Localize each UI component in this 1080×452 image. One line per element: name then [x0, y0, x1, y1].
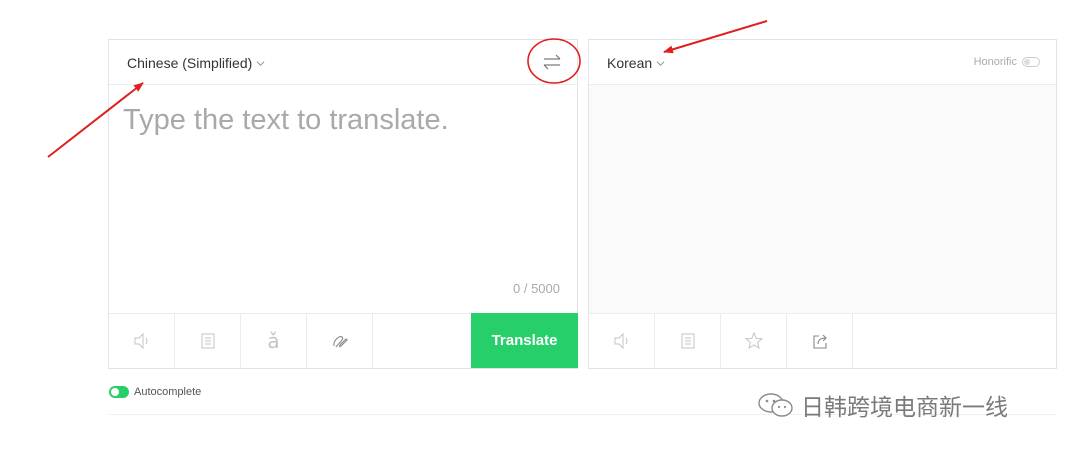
target-toolbar: [589, 313, 1056, 368]
target-panel-header: Korean Honorific: [589, 40, 1056, 85]
source-toolbar: ǎ Translate: [109, 313, 578, 368]
share-icon: [812, 334, 827, 349]
favorite-button[interactable]: [721, 314, 787, 368]
copy-icon: [681, 333, 694, 349]
speaker-icon: [134, 332, 147, 350]
swap-languages-button[interactable]: [541, 52, 563, 72]
honorific-toggle[interactable]: Honorific: [974, 56, 1040, 68]
star-icon: [744, 331, 763, 350]
pinyin-icon: ǎ: [267, 329, 280, 353]
source-panel-header: Chinese (Simplified): [109, 40, 577, 85]
character-count: 0 / 5000: [513, 281, 560, 296]
watermark: 日韩跨境电商新一线: [757, 388, 1008, 422]
wechat-icon: [758, 393, 793, 417]
source-language-select[interactable]: Chinese (Simplified): [127, 55, 265, 71]
source-text-input[interactable]: [123, 104, 561, 284]
honorific-label: Honorific: [973, 56, 1017, 68]
source-language-label: Chinese (Simplified): [127, 55, 253, 71]
target-language-label: Korean: [607, 55, 653, 71]
chevron-down-icon: [656, 60, 665, 66]
handwriting-icon: [332, 336, 348, 348]
listen-source-button[interactable]: [109, 314, 175, 368]
translation-output: [589, 85, 1056, 314]
share-button[interactable]: [787, 314, 853, 368]
toggle-switch-icon: [109, 386, 129, 398]
autocomplete-toggle[interactable]: Autocomplete: [109, 386, 201, 398]
speaker-icon: [614, 332, 627, 350]
chevron-down-icon: [256, 60, 265, 66]
target-panel: Korean Honorific: [588, 39, 1057, 369]
autocomplete-label: Autocomplete: [134, 386, 202, 398]
copy-button[interactable]: [655, 314, 721, 368]
translate-button[interactable]: Translate: [471, 313, 578, 368]
target-language-select[interactable]: Korean: [607, 55, 665, 71]
listen-translation-button[interactable]: [589, 314, 655, 368]
dictionary-button[interactable]: [175, 314, 241, 368]
watermark-text: 日韩跨境电商新一线: [801, 395, 1008, 421]
handwriting-button[interactable]: [307, 314, 373, 368]
dictionary-icon: [201, 333, 214, 349]
pinyin-button[interactable]: ǎ: [241, 314, 307, 368]
toggle-switch-icon: [1022, 57, 1040, 67]
source-panel: Chinese (Simplified) 0 / 5000: [108, 39, 578, 369]
swap-icon: [543, 54, 561, 70]
